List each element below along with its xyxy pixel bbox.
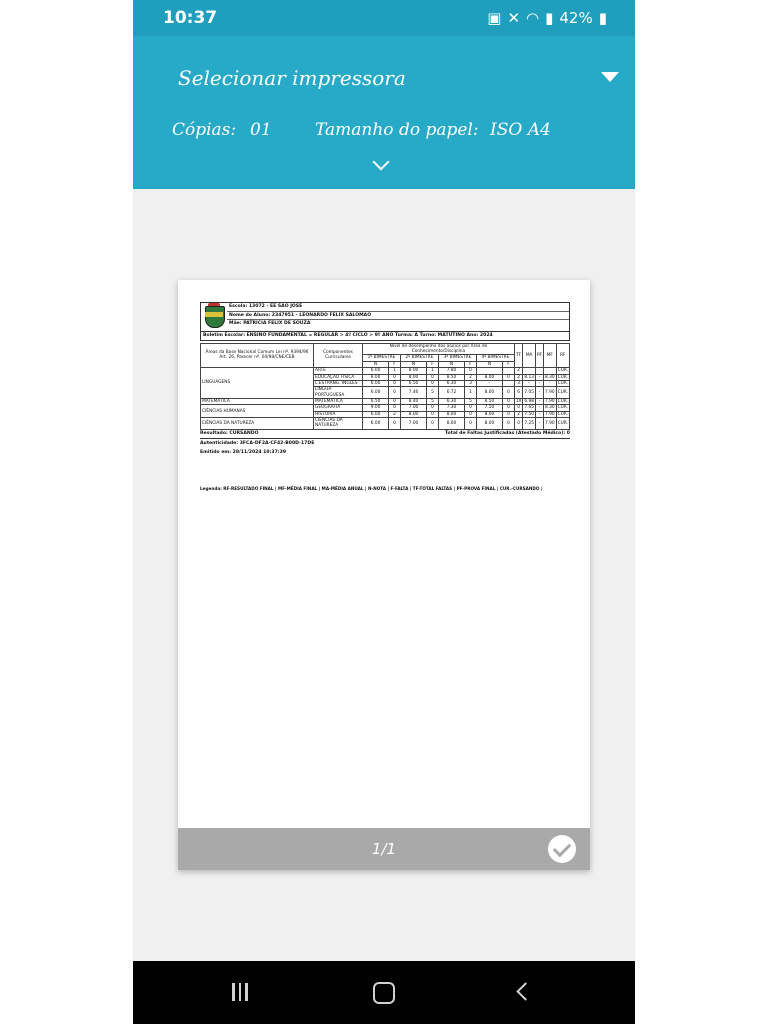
level-header: Nível de desempenho dos alunos por Área …: [362, 342, 515, 356]
expand-options-chevron-icon[interactable]: [372, 153, 390, 171]
component-cell: L.ESTRANG. INGLÊS: [313, 379, 363, 388]
grade-cell: 6.00: [361, 417, 390, 430]
grade-cell: 7.65: [522, 404, 536, 412]
school-line: Escola: 13072 - EE SAO JOSE: [227, 303, 569, 312]
issued-line: Emitido em: 28/11/2024 10:37:39: [200, 450, 287, 456]
bimestre-3-header: 3º BIMESTRE: [437, 354, 477, 362]
grade-cell: 0: [464, 417, 477, 430]
home-icon[interactable]: [373, 982, 395, 1004]
copies-label: Cópias:: [172, 120, 237, 140]
rf-header: RF: [555, 342, 571, 369]
area-header: Áreas da Base Nacional Comum Lei nº. 939…: [200, 342, 314, 369]
grade-cell: 7.46: [399, 386, 428, 399]
grade-cell: 8.30: [543, 373, 557, 381]
copies-value[interactable]: 01: [250, 120, 272, 140]
mute-icon: ✕: [507, 9, 521, 27]
grade-cell: 7.90: [543, 417, 557, 430]
status-time: 10:37: [163, 8, 218, 28]
paper-size-value[interactable]: ISO A4: [490, 120, 551, 140]
grade-cell: 6.00: [361, 386, 390, 399]
page-bar: 1/1: [178, 828, 590, 870]
grade-cell: 0: [388, 386, 401, 399]
grade-cell: -: [534, 386, 545, 399]
area-cell: CIÊNCIAS DA NATUREZA: [200, 417, 314, 430]
legend-line: Legenda: RF-RESULTADO FINAL | MF-MÉDIA F…: [200, 485, 543, 491]
notification-icon: ▣: [487, 9, 502, 27]
grade-cell: 1: [464, 386, 477, 399]
page-selected-check-icon[interactable]: [548, 835, 576, 863]
grade-cell: 7.90: [543, 386, 557, 399]
grade-cell: 8.00: [437, 417, 466, 430]
grade-cell: 7.00: [399, 417, 428, 430]
grade-cell: 7.90: [543, 397, 557, 406]
grade-cell: CUR.: [555, 379, 571, 388]
battery-icon: ▮: [598, 9, 607, 27]
ma-header: MA: [522, 342, 536, 369]
status-icons: ▣ ✕ ◠ ▮ 42% ▮: [487, 9, 607, 27]
printer-dropdown-icon[interactable]: [601, 72, 619, 82]
component-cell: CIÊNCIAS DA NATUREZA: [313, 417, 363, 430]
back-icon[interactable]: [516, 982, 535, 1001]
printer-select-label[interactable]: Selecionar impressora: [178, 66, 406, 90]
grades-table: Áreas da Base Nacional Comum Lei nº. 939…: [200, 342, 571, 430]
authenticity-line: Autenticidade: 3FCA-DF2A-CF42-B00D-17DE: [200, 440, 315, 446]
absences-text: Total de Faltas Justificadas (Atestado M…: [445, 430, 570, 436]
grade-cell: 7.05: [522, 386, 536, 399]
crest-logo: [201, 303, 227, 331]
result-text: Resultado: CURSANDO: [200, 430, 259, 436]
page-preview[interactable]: Escola: 13072 - EE SAO JOSE Nome do Alun…: [178, 280, 590, 870]
grade-cell: CUR.: [555, 373, 571, 381]
grade-cell: 7.90: [543, 410, 557, 419]
grade-cell: 0: [426, 417, 439, 430]
navigation-bar: [133, 961, 635, 1024]
grade-cell: 7.50: [522, 410, 536, 419]
bimestre-4-header: 4º BIMESTRE: [475, 354, 515, 362]
grade-cell: CUR.: [555, 410, 571, 419]
component-cell: LÍNGUA PORTUGUESA: [313, 386, 363, 399]
grade-cell: 0: [501, 386, 515, 399]
tf-header: TF: [513, 342, 524, 369]
area-cell: CIÊNCIAS HUMANAS: [200, 404, 314, 419]
battery-percent: 42%: [559, 9, 593, 27]
grade-cell: 0: [513, 417, 524, 430]
recents-icon[interactable]: [232, 983, 248, 1001]
result-row: Resultado: CURSANDO Total de Faltas Just…: [200, 430, 570, 439]
page-indicator: 1/1: [371, 840, 397, 858]
grade-cell: 8.13: [522, 373, 536, 381]
grade-cell: 6.98: [522, 397, 536, 406]
wifi-icon: ◠: [526, 9, 540, 27]
grade-cell: CUR.: [555, 386, 571, 399]
status-bar: 10:37 ▣ ✕ ◠ ▮ 42% ▮: [133, 0, 635, 36]
grade-cell: 7.25: [522, 417, 536, 430]
pf-header: PF: [534, 342, 545, 369]
boletim-line: Boletim Escolar: ENSINO FUNDAMENTAL = RE…: [200, 332, 570, 341]
mf-header: MF: [543, 342, 557, 369]
signal-icon: ▮: [545, 9, 554, 27]
grade-cell: 6.72: [437, 386, 466, 399]
grade-cell: 8.00: [475, 386, 503, 399]
grade-cell: 5: [426, 386, 439, 399]
bimestre-1-header: 1º BIMESTRE: [362, 354, 401, 362]
grade-cell: 8.00: [475, 417, 503, 430]
grade-cell: CUR.: [555, 397, 571, 406]
grade-cell: 0: [388, 417, 401, 430]
grade-cell: 0: [501, 417, 515, 430]
component-header: Componentes Curriculares: [313, 342, 363, 369]
paper-size-label: Tamanho do papel:: [315, 120, 479, 140]
table-row: CIÊNCIAS DA NATUREZA CIÊNCIAS DA NATUREZA…: [200, 417, 571, 430]
print-header: Selecionar impressora Cópias: 01 Tamanho…: [133, 36, 635, 189]
grade-cell: 8.30: [543, 404, 557, 412]
phone-screen: 10:37 ▣ ✕ ◠ ▮ 42% ▮ Selecionar impressor…: [133, 0, 635, 1024]
student-line: Nome do Aluno: 2347951 - LEONARDO FELIX …: [227, 312, 569, 321]
grade-cell: CUR.: [555, 417, 571, 430]
bimestre-2-header: 2º BIMESTRE: [399, 354, 439, 362]
area-cell: LINGUAGENS: [200, 367, 314, 399]
mother-line: Mãe: PATRICIA FELIX DE SOUZA: [229, 321, 311, 327]
grade-cell: CUR.: [555, 404, 571, 412]
grade-cell: 6: [513, 386, 524, 399]
grade-cell: CUR.: [555, 367, 571, 375]
report-document: Escola: 13072 - EE SAO JOSE Nome do Alun…: [200, 302, 571, 491]
grade-cell: -: [534, 417, 545, 430]
report-header: Escola: 13072 - EE SAO JOSE Nome do Alun…: [200, 302, 570, 332]
